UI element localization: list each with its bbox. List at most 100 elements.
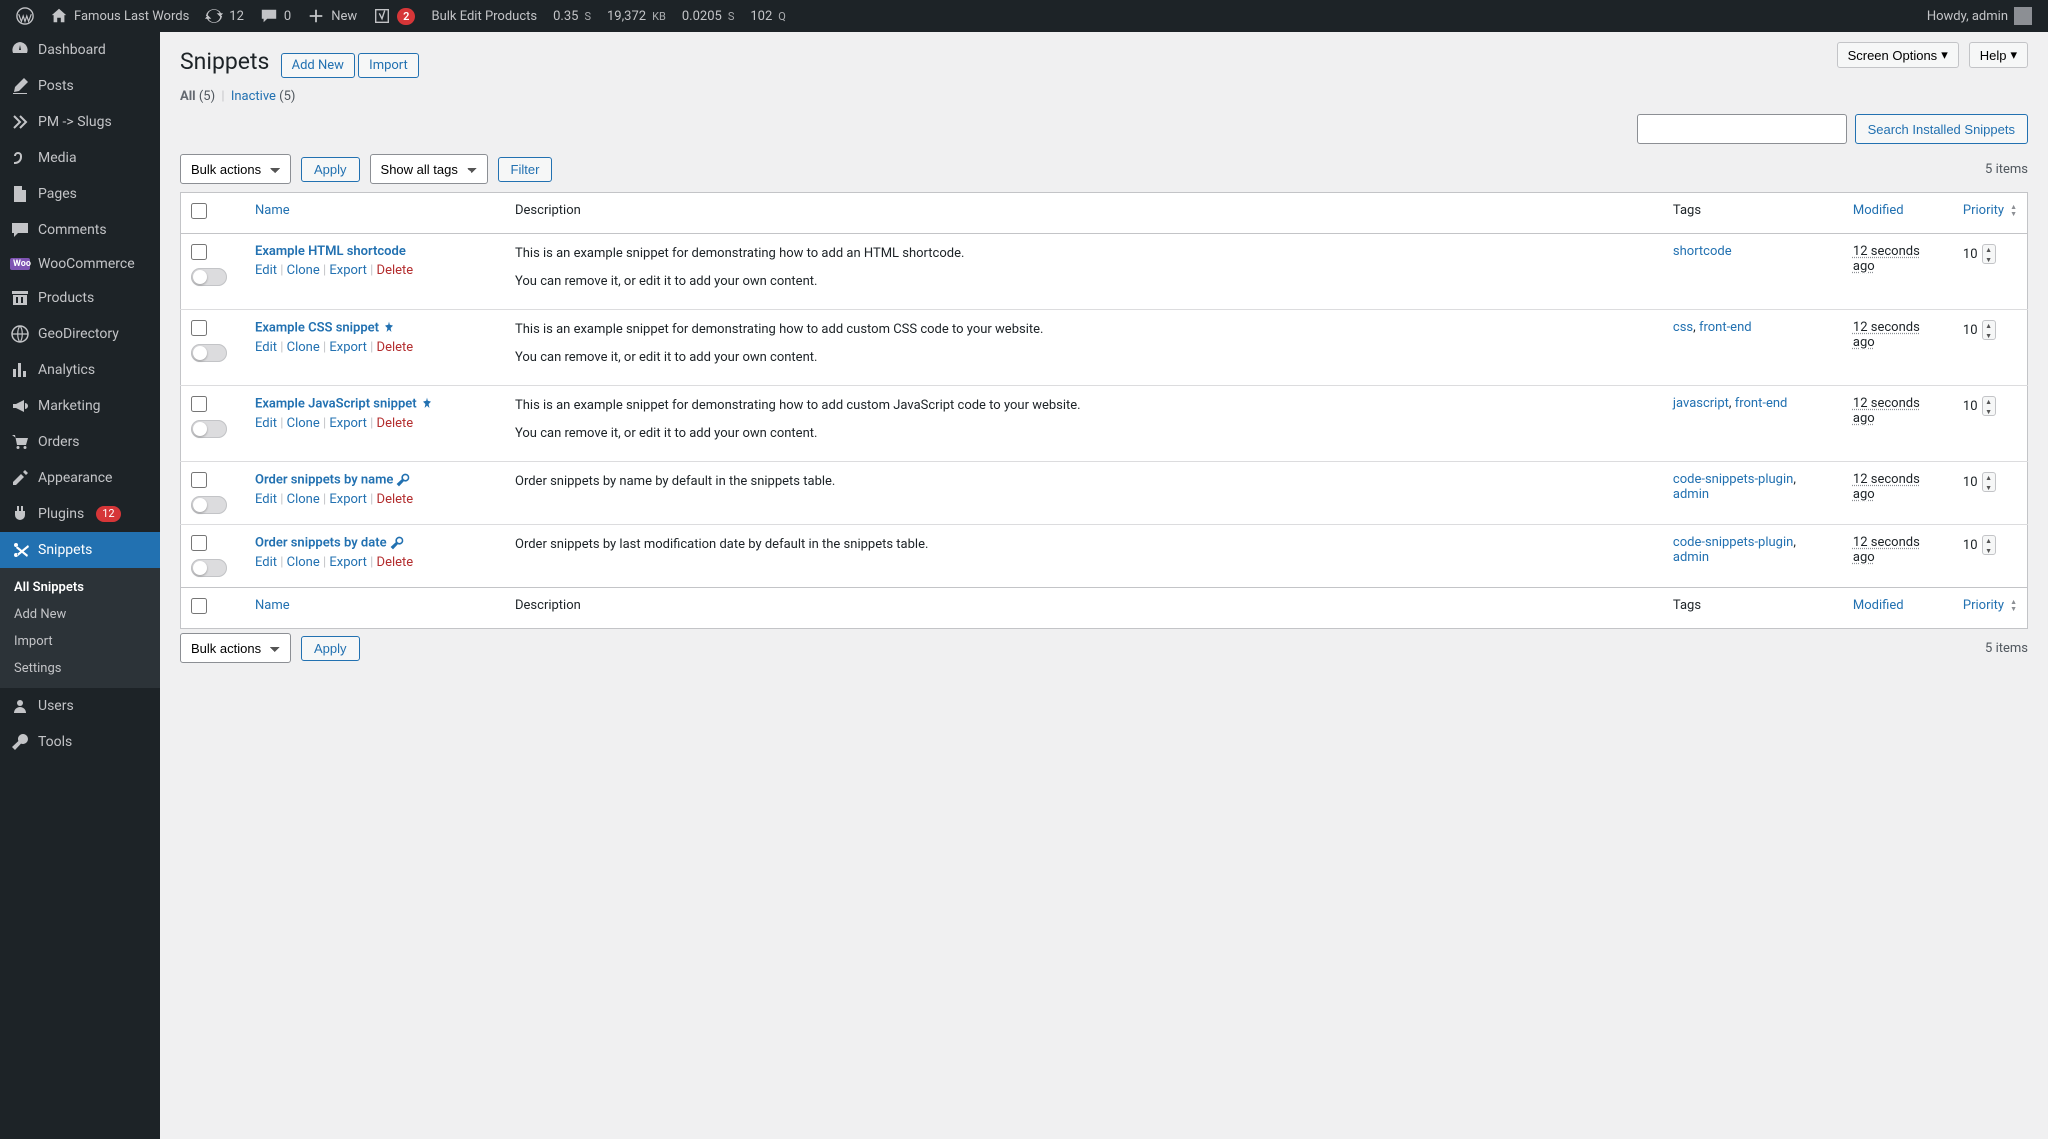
export-link[interactable]: Export bbox=[329, 416, 367, 431]
my-account-link[interactable]: Howdy, admin bbox=[1919, 0, 2040, 32]
edit-link[interactable]: Edit bbox=[255, 492, 277, 507]
snippet-toggle[interactable] bbox=[191, 268, 227, 286]
search-button[interactable]: Search Installed Snippets bbox=[1855, 114, 2028, 144]
bulk-action-select-top[interactable]: Bulk actions bbox=[180, 154, 291, 184]
select-all-bottom[interactable] bbox=[191, 598, 207, 614]
tag-link[interactable]: front-end bbox=[1699, 320, 1752, 335]
menu-users[interactable]: Users bbox=[0, 688, 160, 724]
query-monitor-queries[interactable]: 102Q bbox=[742, 0, 794, 32]
menu-posts[interactable]: Posts bbox=[0, 68, 160, 104]
clone-link[interactable]: Clone bbox=[287, 492, 320, 507]
tag-link[interactable]: css bbox=[1673, 320, 1693, 335]
menu-pages[interactable]: Pages bbox=[0, 176, 160, 212]
delete-link[interactable]: Delete bbox=[377, 263, 414, 278]
wp-logo[interactable] bbox=[8, 0, 42, 32]
submenu-settings[interactable]: Settings bbox=[0, 655, 160, 682]
clone-link[interactable]: Clone bbox=[287, 340, 320, 355]
menu-snippets[interactable]: Snippets bbox=[0, 532, 160, 568]
query-monitor-dbtime[interactable]: 0.0205S bbox=[674, 0, 743, 32]
query-monitor-time[interactable]: 0.35S bbox=[545, 0, 599, 32]
search-input[interactable] bbox=[1637, 114, 1847, 144]
col-priority-sort-bottom[interactable]: Priority▲▼ bbox=[1963, 598, 2017, 613]
row-checkbox[interactable] bbox=[191, 320, 207, 336]
add-new-button[interactable]: Add New bbox=[281, 53, 355, 78]
export-link[interactable]: Export bbox=[329, 555, 367, 570]
updates-link[interactable]: 12 bbox=[197, 0, 252, 32]
tag-link[interactable]: shortcode bbox=[1673, 244, 1732, 259]
row-checkbox[interactable] bbox=[191, 396, 207, 412]
delete-link[interactable]: Delete bbox=[377, 492, 414, 507]
menu-geodirectory[interactable]: GeoDirectory bbox=[0, 316, 160, 352]
tag-link[interactable]: admin bbox=[1673, 487, 1709, 502]
tag-link[interactable]: javascript bbox=[1673, 396, 1729, 411]
bulk-action-select-bottom[interactable]: Bulk actions bbox=[180, 633, 291, 663]
priority-stepper[interactable]: ▲▼ bbox=[1982, 472, 1996, 492]
clone-link[interactable]: Clone bbox=[287, 555, 320, 570]
snippet-toggle[interactable] bbox=[191, 496, 227, 514]
menu-pm-slugs[interactable]: PM -> Slugs bbox=[0, 104, 160, 140]
edit-link[interactable]: Edit bbox=[255, 416, 277, 431]
export-link[interactable]: Export bbox=[329, 492, 367, 507]
help-button[interactable]: Help ▾ bbox=[1969, 42, 2028, 68]
col-priority-sort[interactable]: Priority▲▼ bbox=[1963, 203, 2017, 218]
query-monitor-memory[interactable]: 19,372KB bbox=[599, 0, 674, 32]
import-button[interactable]: Import bbox=[358, 53, 419, 78]
snippet-toggle[interactable] bbox=[191, 344, 227, 362]
snippet-title-link[interactable]: Order snippets by date bbox=[255, 535, 387, 550]
menu-tools[interactable]: Tools bbox=[0, 724, 160, 760]
menu-dashboard[interactable]: Dashboard bbox=[0, 32, 160, 68]
tag-link[interactable]: code-snippets-plugin bbox=[1673, 535, 1793, 550]
delete-link[interactable]: Delete bbox=[377, 416, 414, 431]
menu-plugins[interactable]: Plugins12 bbox=[0, 496, 160, 532]
menu-comments[interactable]: Comments bbox=[0, 212, 160, 248]
new-content-link[interactable]: New bbox=[299, 0, 365, 32]
yoast-link[interactable]: 2 bbox=[365, 0, 423, 32]
snippet-title-link[interactable]: Order snippets by name bbox=[255, 472, 393, 487]
clone-link[interactable]: Clone bbox=[287, 416, 320, 431]
snippet-title-link[interactable]: Example JavaScript snippet bbox=[255, 396, 417, 411]
menu-analytics[interactable]: Analytics bbox=[0, 352, 160, 388]
row-checkbox[interactable] bbox=[191, 535, 207, 551]
row-checkbox[interactable] bbox=[191, 244, 207, 260]
snippet-title-link[interactable]: Example HTML shortcode bbox=[255, 244, 406, 259]
site-name-link[interactable]: Famous Last Words bbox=[42, 0, 197, 32]
export-link[interactable]: Export bbox=[329, 340, 367, 355]
delete-link[interactable]: Delete bbox=[377, 340, 414, 355]
delete-link[interactable]: Delete bbox=[377, 555, 414, 570]
select-all-top[interactable] bbox=[191, 203, 207, 219]
clone-link[interactable]: Clone bbox=[287, 263, 320, 278]
snippet-title-link[interactable]: Example CSS snippet bbox=[255, 320, 379, 335]
menu-products[interactable]: Products bbox=[0, 280, 160, 316]
submenu-import[interactable]: Import bbox=[0, 628, 160, 655]
menu-media[interactable]: Media bbox=[0, 140, 160, 176]
screen-options-button[interactable]: Screen Options ▾ bbox=[1837, 42, 1959, 68]
snippet-toggle[interactable] bbox=[191, 420, 227, 438]
apply-bulk-bottom[interactable]: Apply bbox=[301, 636, 360, 661]
tag-link[interactable]: code-snippets-plugin bbox=[1673, 472, 1793, 487]
submenu-all-snippets[interactable]: All Snippets bbox=[0, 574, 160, 601]
comments-link[interactable]: 0 bbox=[252, 0, 299, 32]
priority-stepper[interactable]: ▲▼ bbox=[1982, 396, 1996, 416]
col-modified-sort[interactable]: Modified bbox=[1853, 203, 1904, 218]
edit-link[interactable]: Edit bbox=[255, 555, 277, 570]
snippet-toggle[interactable] bbox=[191, 559, 227, 577]
row-checkbox[interactable] bbox=[191, 472, 207, 488]
filter-inactive[interactable]: Inactive bbox=[231, 89, 276, 104]
tag-link[interactable]: admin bbox=[1673, 550, 1709, 565]
filter-button[interactable]: Filter bbox=[498, 157, 553, 182]
col-name-sort[interactable]: Name bbox=[255, 203, 290, 218]
col-modified-sort-bottom[interactable]: Modified bbox=[1853, 598, 1904, 613]
apply-bulk-top[interactable]: Apply bbox=[301, 157, 360, 182]
menu-woocommerce[interactable]: WooWooCommerce bbox=[0, 248, 160, 280]
bulk-edit-products-link[interactable]: Bulk Edit Products bbox=[423, 0, 545, 32]
menu-marketing[interactable]: Marketing bbox=[0, 388, 160, 424]
tag-filter-select[interactable]: Show all tags bbox=[370, 154, 488, 184]
tag-link[interactable]: front-end bbox=[1735, 396, 1788, 411]
priority-stepper[interactable]: ▲▼ bbox=[1982, 244, 1996, 264]
filter-all[interactable]: All bbox=[180, 89, 196, 104]
col-name-sort-bottom[interactable]: Name bbox=[255, 598, 290, 613]
menu-orders[interactable]: Orders bbox=[0, 424, 160, 460]
priority-stepper[interactable]: ▲▼ bbox=[1982, 320, 1996, 340]
edit-link[interactable]: Edit bbox=[255, 263, 277, 278]
export-link[interactable]: Export bbox=[329, 263, 367, 278]
